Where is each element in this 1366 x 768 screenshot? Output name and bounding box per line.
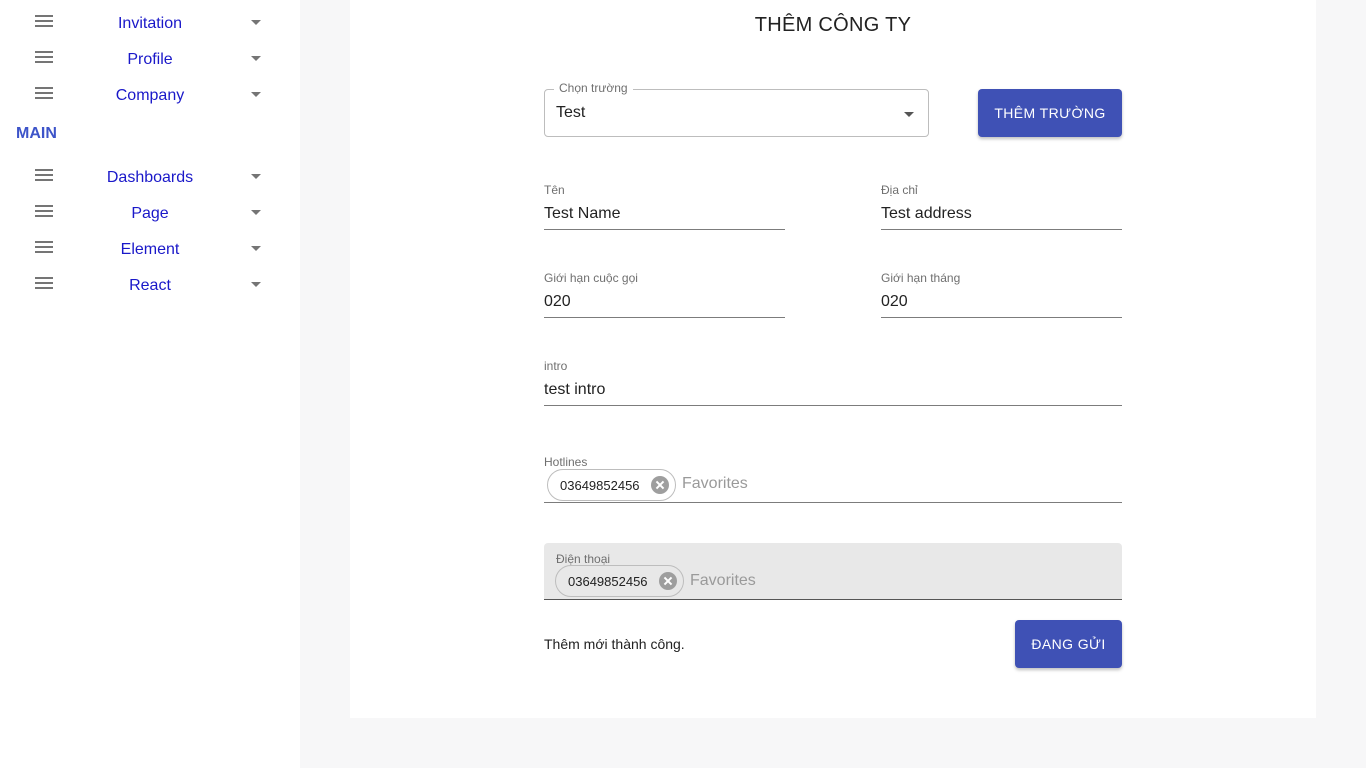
month-limit-field-value[interactable]: 020: [881, 293, 908, 311]
sidebar: Invitation Profile Company MAIN Dashboar…: [0, 0, 300, 768]
caret-down-icon: [251, 92, 261, 97]
caret-down-icon: [251, 246, 261, 251]
phone-chip[interactable]: 03649852456: [555, 565, 684, 597]
hotline-chip[interactable]: 03649852456: [547, 469, 676, 501]
name-field-label: Tên: [544, 183, 565, 197]
intro-field-value[interactable]: test intro: [544, 381, 605, 399]
submit-button[interactable]: ĐANG GỬI: [1015, 620, 1122, 668]
hotline-chip-label: 03649852456: [560, 478, 640, 493]
caret-down-icon: [251, 210, 261, 215]
field-select-value: Test: [556, 104, 586, 121]
sidebar-item-invitation[interactable]: Invitation: [0, 3, 300, 39]
sidebar-item-element[interactable]: Element: [0, 229, 300, 265]
intro-field-label: intro: [544, 359, 568, 373]
month-limit-field[interactable]: Giới hạn tháng 020: [881, 271, 1122, 318]
hotlines-input[interactable]: Favorites: [682, 475, 748, 493]
hotlines-field[interactable]: Hotlines 03649852456 Favorites: [544, 455, 1122, 503]
caret-down-icon: [251, 282, 261, 287]
call-limit-field-value[interactable]: 020: [544, 293, 571, 311]
address-field[interactable]: Địa chỉ Test address: [881, 183, 1122, 230]
status-message: Thêm mới thành công.: [544, 636, 685, 652]
sidebar-item-profile[interactable]: Profile: [0, 39, 300, 75]
page-title: THÊM CÔNG TY: [754, 14, 912, 36]
phone-field-label: Điện thoại: [556, 552, 611, 566]
caret-down-icon: [251, 20, 261, 25]
hotlines-field-label: Hotlines: [544, 455, 588, 469]
address-field-value[interactable]: Test address: [881, 205, 972, 223]
name-field-value[interactable]: Test Name: [544, 205, 620, 223]
add-field-button[interactable]: THÊM TRƯỜNG: [978, 89, 1122, 137]
sidebar-section-title: MAIN: [16, 125, 57, 142]
call-limit-field-label: Giới hạn cuộc gọi: [544, 271, 638, 285]
sidebar-item-react[interactable]: React: [0, 265, 300, 301]
form-card: THÊM CÔNG TY Chọn trường Test THÊM TRƯỜN…: [350, 0, 1316, 718]
field-select[interactable]: Chọn trường Test: [544, 81, 929, 137]
intro-field[interactable]: intro test intro: [544, 359, 1122, 406]
caret-down-icon: [251, 174, 261, 179]
chip-delete-icon[interactable]: [659, 572, 677, 590]
field-select-label: Chọn trường: [554, 81, 633, 95]
caret-down-icon: [904, 112, 914, 117]
caret-down-icon: [251, 56, 261, 61]
sidebar-item-company[interactable]: Company: [0, 75, 300, 111]
sidebar-item-page[interactable]: Page: [0, 193, 300, 229]
month-limit-field-label: Giới hạn tháng: [881, 271, 961, 285]
phone-field[interactable]: Điện thoại 03649852456 Favorites: [544, 543, 1122, 600]
name-field[interactable]: Tên Test Name: [544, 183, 785, 230]
phone-input[interactable]: Favorites: [690, 572, 756, 590]
address-field-label: Địa chỉ: [881, 183, 918, 197]
sidebar-item-dashboards[interactable]: Dashboards: [0, 157, 300, 193]
call-limit-field[interactable]: Giới hạn cuộc gọi 020: [544, 271, 785, 318]
chip-delete-icon[interactable]: [651, 476, 669, 494]
phone-chip-label: 03649852456: [568, 574, 648, 589]
